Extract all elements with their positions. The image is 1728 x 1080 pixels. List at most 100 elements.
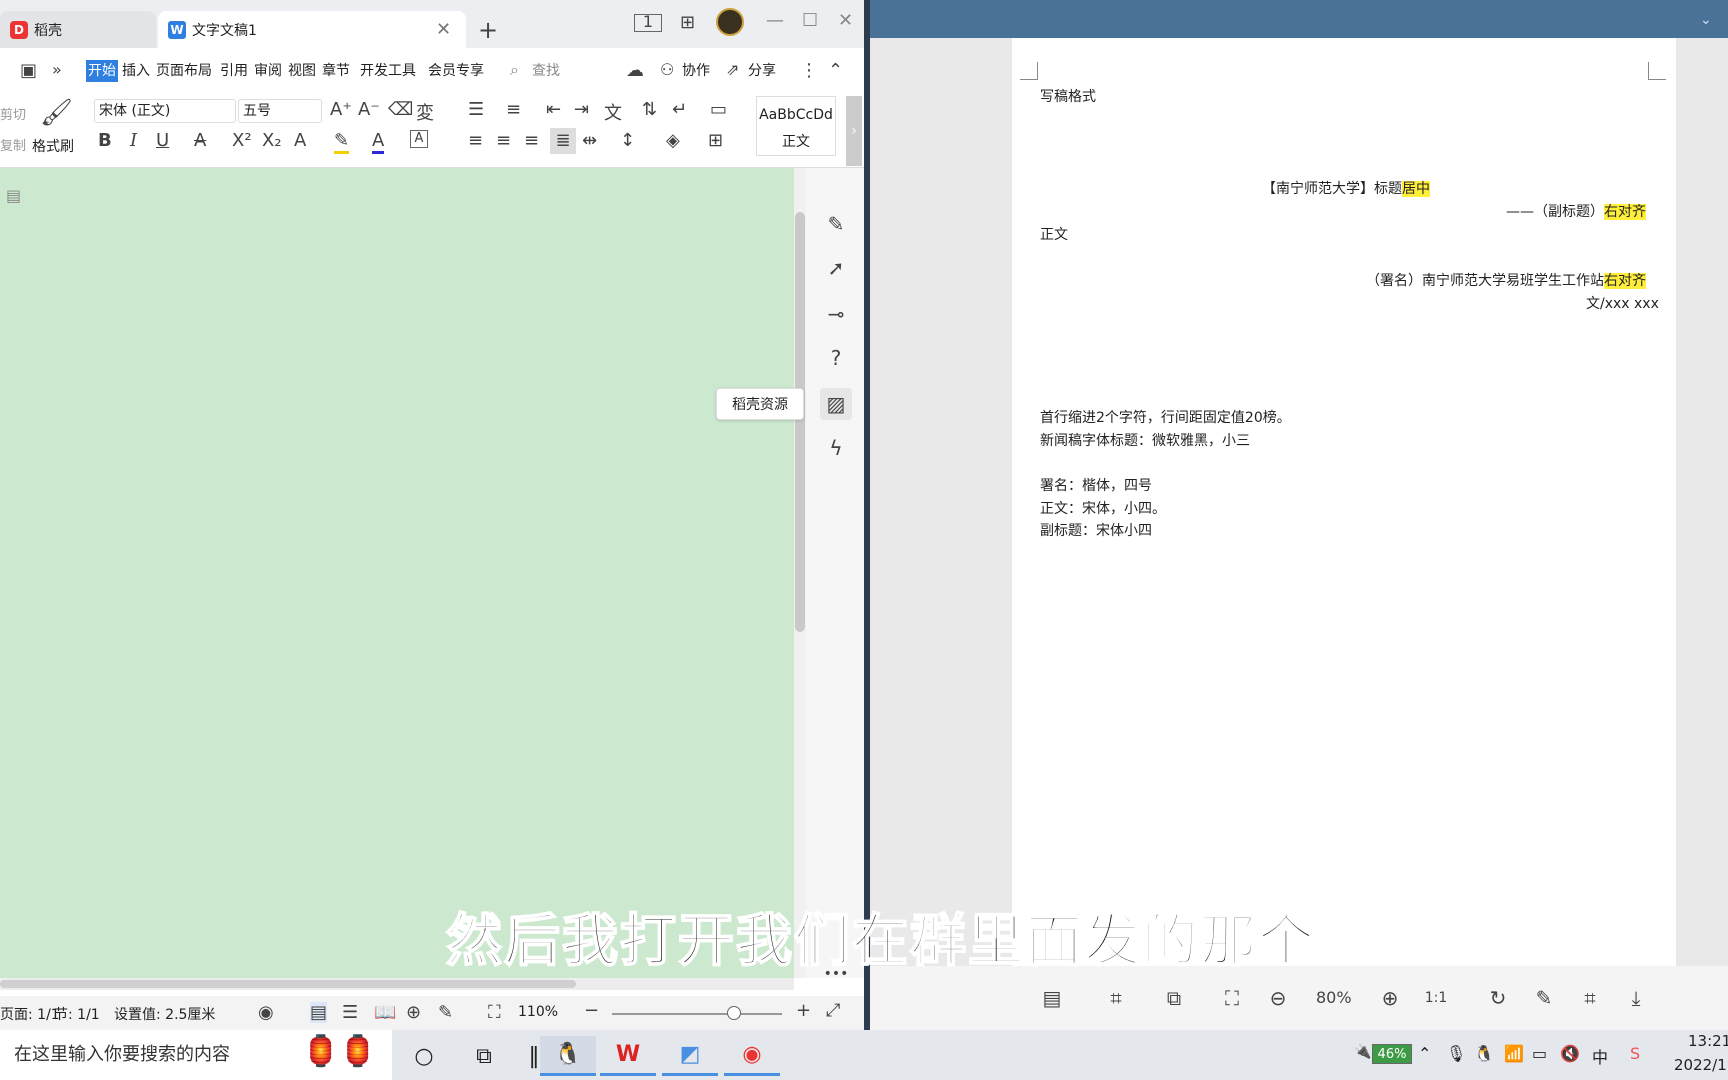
outline-view-icon[interactable]: ☰ [342,1002,358,1023]
fit-page-icon[interactable]: ⛶ [488,1002,501,1023]
menu-home[interactable]: 开始 [86,60,118,82]
shading-icon[interactable]: ◈ [666,130,680,151]
align-center-icon[interactable]: ≡ [496,130,511,151]
horizontal-scroll-thumb[interactable] [0,980,576,988]
reading-view-icon[interactable]: 📖 [374,1002,396,1023]
fullscreen-icon[interactable]: ⤢ [826,1000,840,1021]
more-menu-icon[interactable]: » [52,60,62,79]
qq-tray-icon[interactable]: 🐧 [1474,1044,1494,1063]
decrease-indent-icon[interactable]: ⇤ [546,99,561,120]
cut-button[interactable]: 剪切 [0,104,26,123]
lightning-icon[interactable]: ϟ [820,432,852,464]
italic-icon[interactable]: I [130,130,137,151]
phonetic-icon[interactable]: 変 [416,99,434,125]
menu-insert[interactable]: 插入 [122,60,150,82]
menu-page-layout[interactable]: 页面布局 [156,60,212,82]
superscript-icon[interactable]: X² [232,130,252,151]
viewer-zoom-out-icon[interactable]: ⊖ [1262,982,1294,1014]
page-view-icon[interactable]: ▤ [310,1002,328,1023]
close-tab-icon[interactable]: ✕ [436,19,451,40]
new-tab-icon[interactable]: + [478,16,498,44]
crop-icon[interactable]: ⌗ [1574,982,1606,1014]
rotate-icon[interactable]: ↻ [1482,982,1514,1014]
help-icon[interactable]: ? [820,342,852,374]
wifi-icon[interactable]: 📶 [1504,1044,1524,1063]
sogou-icon[interactable]: S [1630,1044,1640,1063]
line-spacing-icon[interactable]: ↕ [620,130,635,151]
collapse-ribbon-icon[interactable]: ⌃ [828,60,843,81]
translate-icon[interactable]: ⧉ [1158,982,1190,1014]
volume-icon[interactable]: 🔇 [1560,1044,1580,1063]
thumbnails-icon[interactable]: ▤ [1036,982,1068,1014]
web-view-icon[interactable]: ⊕ [406,1002,421,1023]
viewer-collapse-icon[interactable]: ⌄ [1700,12,1712,28]
clock-date[interactable]: 2022/1 [1674,1056,1727,1074]
ime-indicator[interactable]: 中 [1592,1044,1608,1068]
grow-font-icon[interactable]: A⁺ [330,99,352,120]
distributed-icon[interactable]: ⇹ [582,130,597,151]
style-normal[interactable]: AaBbCcDd 正文 [756,96,836,156]
clock-time[interactable]: 13:21 [1688,1032,1728,1050]
viewer-app-icon[interactable]: ◩ [662,1036,718,1076]
bold-icon[interactable]: B [98,130,112,151]
menu-member[interactable]: 会员专享 [428,60,484,82]
clear-format-icon[interactable]: ⌫ [388,99,413,120]
zoom-slider[interactable] [612,1013,782,1015]
menu-review[interactable]: 审阅 [254,60,282,82]
align-right-icon[interactable]: ≡ [524,130,539,151]
shrink-font-icon[interactable]: A⁻ [358,99,380,120]
minimize-icon[interactable]: — [766,10,784,31]
pen-icon[interactable]: ✎ [820,208,852,240]
char-border-icon[interactable]: A [410,130,428,148]
save-icon[interactable]: ▣ [20,60,37,81]
format-painter-icon[interactable]: 🖌 [40,98,73,128]
ribbon-scroll-right-icon[interactable]: › [846,96,862,166]
tab-docer[interactable]: D 稻壳 [0,11,156,48]
recorder-app-icon[interactable]: ◉ [724,1036,780,1076]
bullet-list-icon[interactable]: ☰ [468,99,484,120]
zoom-level[interactable]: 110% [518,1004,558,1020]
tray-expand-icon[interactable]: ⌃ [1418,1044,1431,1063]
search-input[interactable]: 查找 [532,60,560,82]
download-icon[interactable]: ⤓ [1620,982,1652,1014]
chinese-layout-icon[interactable]: 文 [604,99,622,125]
adjust-icon[interactable]: ⊸ [820,298,852,330]
cortana-icon[interactable]: ○ [396,1036,452,1076]
horizontal-scrollbar[interactable] [0,978,794,990]
share-button[interactable]: 分享 [748,60,776,82]
vertical-scroll-thumb[interactable] [795,212,805,632]
copy-button[interactable]: 复制 [0,135,26,154]
tabs-ruler-icon[interactable]: ▭ [710,99,727,120]
apps-grid-icon[interactable]: ⊞ [680,12,695,33]
menu-developer[interactable]: 开发工具 [360,60,416,82]
menu-references[interactable]: 引用 [220,60,248,82]
viewer-zoom-in-icon[interactable]: ⊕ [1374,982,1406,1014]
font-family-select[interactable]: 宋体 (正文) [94,99,236,123]
text-effect-icon[interactable]: A [294,130,306,151]
mic-icon[interactable]: 🎙 [1446,1044,1466,1063]
zoom-out-icon[interactable]: − [584,1000,599,1021]
highlight-icon[interactable]: ✎ [334,130,350,154]
wps-app-icon[interactable]: W [600,1036,656,1076]
numbered-list-icon[interactable]: ≡ [506,99,521,120]
eye-protection-icon[interactable]: ◉ [258,1002,274,1023]
task-view-icon[interactable]: ⧉ [456,1036,512,1076]
menu-chapter[interactable]: 章节 [322,60,350,82]
collab-button[interactable]: 协作 [682,60,710,82]
font-size-select[interactable]: 五号 [238,99,322,123]
zoom-in-icon[interactable]: + [796,1000,811,1021]
select-pointer-icon[interactable]: ➚ [820,252,852,284]
qq-app-icon[interactable]: 🐧 [540,1036,596,1076]
document-canvas[interactable] [0,168,794,978]
power-icon[interactable]: ▭ [1532,1044,1547,1063]
write-view-icon[interactable]: ✎ [438,1002,453,1023]
fit-screen-icon[interactable]: ⛶ [1216,982,1248,1014]
actual-size-icon[interactable]: 1:1 [1420,982,1452,1014]
underline-icon[interactable]: U [156,130,169,151]
battery-icon[interactable]: 🔌 [1354,1044,1371,1060]
maximize-icon[interactable]: ☐ [802,10,818,31]
tab-document[interactable]: W 文字文稿1 ✕ [158,11,466,48]
justify-icon[interactable]: ≣ [550,128,576,154]
strikethrough-icon[interactable]: A [194,130,206,151]
edit-icon[interactable]: ✎ [1528,982,1560,1014]
